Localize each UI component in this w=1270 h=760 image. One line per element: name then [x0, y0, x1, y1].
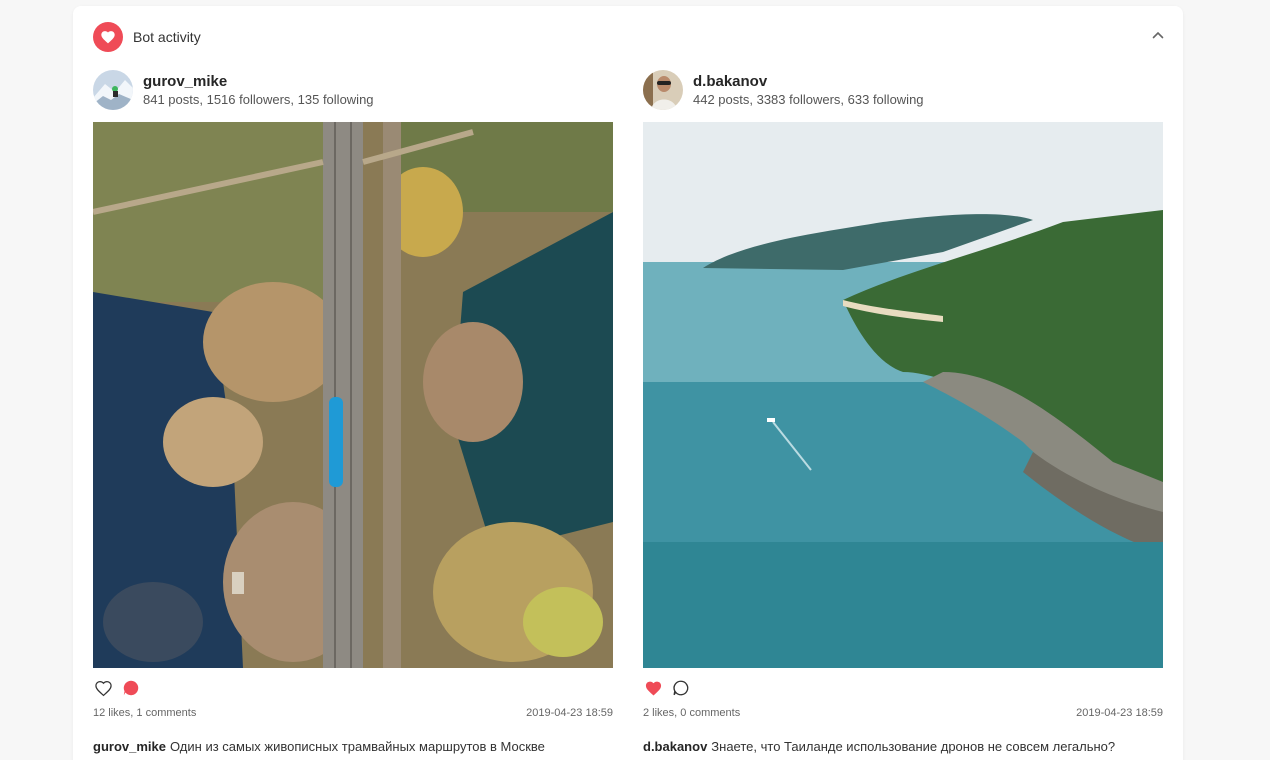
- avatar[interactable]: [643, 70, 683, 110]
- post-meta: 12 likes, 1 comments 2019-04-23 18:59: [93, 707, 613, 719]
- post-photo[interactable]: [643, 122, 1163, 668]
- chevron-up-icon: [1152, 31, 1164, 39]
- panel-title: Bot activity: [133, 29, 201, 45]
- post-card: gurov_mike 841 posts, 1516 followers, 13…: [93, 70, 613, 754]
- comment-outline-icon: [673, 680, 689, 696]
- caption-text: Знаете, что Таиланде использование дроно…: [711, 739, 1116, 754]
- post-date: 2019-04-23 18:59: [526, 707, 613, 719]
- like-button[interactable]: [643, 678, 663, 698]
- comment-button[interactable]: [671, 678, 691, 698]
- avatar[interactable]: [93, 70, 133, 110]
- user-stats: 841 posts, 1516 followers, 135 following: [143, 91, 374, 107]
- comment-button[interactable]: [121, 678, 141, 698]
- post-header: gurov_mike 841 posts, 1516 followers, 13…: [93, 70, 613, 110]
- post-actions: [93, 678, 613, 698]
- heart-icon: [93, 22, 123, 52]
- panel-header: Bot activity: [93, 22, 201, 52]
- post-card: d.bakanov 442 posts, 3383 followers, 633…: [643, 70, 1163, 754]
- post-actions: [643, 678, 1163, 698]
- heart-filled-icon: [645, 681, 661, 695]
- post-caption: gurov_mike Один из самых живописных трамв…: [93, 739, 613, 754]
- caption-username[interactable]: d.bakanov: [643, 739, 707, 754]
- post-photo[interactable]: [93, 122, 613, 668]
- caption-username[interactable]: gurov_mike: [93, 739, 166, 754]
- post-meta: 2 likes, 0 comments 2019-04-23 18:59: [643, 707, 1163, 719]
- post-header: d.bakanov 442 posts, 3383 followers, 633…: [643, 70, 1163, 110]
- post-username[interactable]: gurov_mike: [143, 73, 374, 91]
- caption-text: Один из самых живописных трамвайных марш…: [169, 739, 545, 754]
- bot-activity-panel: Bot activity gurov_mike 841 posts, 1516 …: [73, 6, 1183, 760]
- post-date: 2019-04-23 18:59: [1076, 707, 1163, 719]
- heart-outline-icon: [94, 680, 112, 696]
- like-button[interactable]: [93, 678, 113, 698]
- like-comment-count: 2 likes, 0 comments: [643, 707, 741, 719]
- like-comment-count: 12 likes, 1 comments: [93, 707, 197, 719]
- user-stats: 442 posts, 3383 followers, 633 following: [693, 91, 924, 107]
- collapse-button[interactable]: [1147, 24, 1169, 46]
- post-caption: d.bakanov Знаете, что Таиланде использова…: [643, 739, 1163, 754]
- post-username[interactable]: d.bakanov: [693, 73, 924, 91]
- comment-filled-icon: [123, 680, 139, 696]
